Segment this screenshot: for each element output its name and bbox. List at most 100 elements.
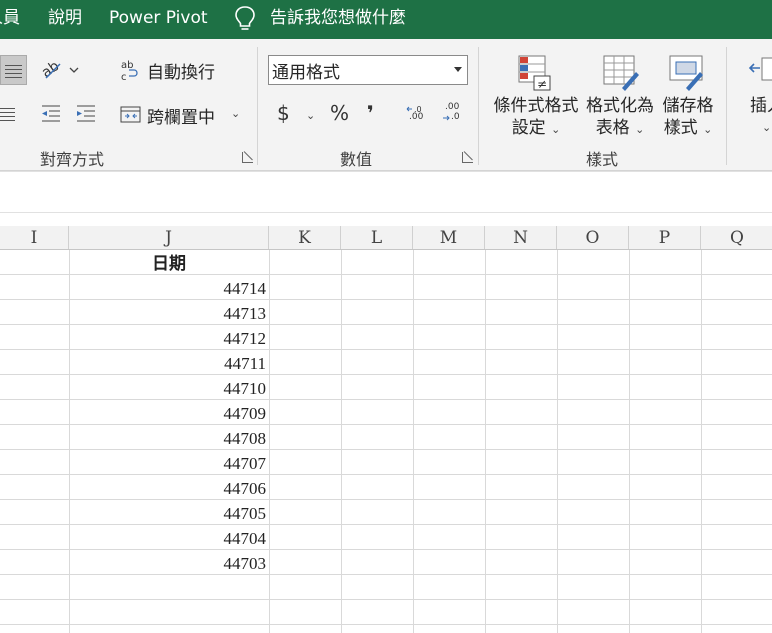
grid-column-line (629, 250, 630, 633)
decrease-decimal-button[interactable]: .00 .0 (441, 102, 465, 126)
format-as-table-label-1: 格式化為 (586, 96, 654, 116)
decrease-decimal-label: .0 (451, 112, 460, 122)
menu-tab-help[interactable]: 說明 (48, 0, 82, 39)
grid-row-line (0, 599, 772, 600)
percent-style-button[interactable]: % (330, 101, 349, 125)
cell-j-value[interactable]: 44713 (69, 300, 267, 325)
worksheet-grid[interactable]: 日期 44714 44713 44712 44711 44710 44709 44708 44… (0, 250, 772, 633)
number-group-label: 數值 (340, 150, 373, 169)
cell-j-value[interactable]: 44714 (69, 275, 267, 300)
dropdown-arrow-icon (454, 67, 462, 72)
svg-text:c: c (121, 72, 127, 82)
cell-j-value[interactable]: 44703 (69, 550, 267, 575)
group-separator (257, 47, 258, 165)
grid-column-line (341, 250, 342, 633)
cell-styles-icon (669, 55, 703, 91)
column-header-j[interactable]: J (69, 226, 269, 249)
increase-indent-icon (77, 105, 95, 122)
merge-center-button[interactable]: 跨欄置中 ⌄ (120, 103, 245, 128)
cell-j-header[interactable]: 日期 (69, 250, 269, 275)
formula-bar[interactable] (0, 171, 772, 213)
menu-tab-partial[interactable]: 人員 (0, 0, 20, 39)
wrap-text-button[interactable]: ab c 自動換行 (120, 58, 220, 83)
alignment-dialog-launcher-icon[interactable] (242, 152, 253, 163)
grid-column-line (485, 250, 486, 633)
cell-j-value[interactable]: 44705 (69, 500, 267, 525)
decrease-indent-icon (42, 105, 60, 122)
cell-styles-label-1: 儲存格 (662, 96, 714, 116)
decrease-decimal-label-top: .00 (445, 102, 460, 112)
format-as-table-icon (603, 55, 639, 91)
number-format-value: 通用格式 (272, 63, 340, 83)
comma-style-button[interactable]: ❜ (367, 101, 374, 125)
increase-decimal-label: .00 (409, 112, 424, 122)
group-separator (478, 47, 479, 165)
column-header-l[interactable]: L (341, 226, 413, 249)
svg-text:ab: ab (121, 60, 133, 71)
column-header-row: I J K L M N O P Q (0, 226, 772, 250)
insert-cells-label: 插入 (750, 96, 772, 116)
cell-styles-label-2-text: 樣式 (663, 118, 698, 138)
svg-text:≠: ≠ (537, 77, 547, 91)
currency-format-button[interactable]: $ (277, 101, 290, 125)
tell-me-search[interactable]: 告訴我您想做什麼 (270, 0, 406, 39)
conditional-formatting-button[interactable]: ≠ 條件式格式 設定 ⌄ (492, 51, 580, 141)
decrease-indent-button[interactable] (40, 103, 62, 125)
format-as-table-label-2-text: 表格 (595, 118, 630, 138)
insert-cells-icon (748, 57, 772, 81)
grid-column-line (269, 250, 270, 633)
number-dialog-launcher-icon[interactable] (462, 152, 473, 163)
column-header-m[interactable]: M (413, 226, 485, 249)
svg-text:ab: ab (40, 58, 62, 81)
grid-row-line (0, 624, 772, 625)
column-header-o[interactable]: O (557, 226, 629, 249)
cell-j-value[interactable]: 44710 (69, 375, 267, 400)
cell-j-value[interactable]: 44709 (69, 400, 267, 425)
merge-center-label: 跨欄置中 (147, 108, 215, 128)
menu-tab-powerpivot[interactable]: Power Pivot (109, 0, 208, 39)
conditional-formatting-label-2: 設定 ⌄ (508, 117, 564, 141)
cell-j-value[interactable]: 44708 (69, 425, 267, 450)
column-header-i[interactable]: I (0, 226, 69, 249)
column-header-n[interactable]: N (485, 226, 557, 249)
column-header-p[interactable]: P (629, 226, 701, 249)
chevron-down-icon: ⌄ (635, 123, 645, 136)
increase-indent-button[interactable] (75, 103, 97, 125)
lightbulb-icon[interactable] (234, 0, 260, 39)
chevron-down-icon: ⌄ (231, 107, 241, 120)
cell-j-value[interactable]: 44712 (69, 325, 267, 350)
grid-column-line (557, 250, 558, 633)
cell-j-value[interactable]: 44704 (69, 525, 267, 550)
wrap-text-icon: ab c (121, 60, 138, 82)
wrap-text-label: 自動換行 (147, 63, 215, 83)
format-as-table-button[interactable]: 格式化為 表格 ⌄ (584, 51, 656, 141)
ribbon: ab ab c 自動換行 跨欄置中 ⌄ 對齊方式 通用格式 $ ⌄ % ❜ .0… (0, 39, 772, 171)
chevron-down-icon[interactable]: ⌄ (306, 109, 315, 122)
menu-bar: 人員 說明 Power Pivot 告訴我您想做什麼 (0, 0, 772, 39)
conditional-formatting-label-2-text: 設定 (511, 118, 546, 138)
cell-j-value[interactable]: 44707 (69, 450, 267, 475)
alignment-group-label: 對齊方式 (40, 150, 105, 169)
cell-styles-label-2: 樣式 ⌄ (660, 117, 716, 141)
grid-column-line (701, 250, 702, 633)
grid-column-line (413, 250, 414, 633)
column-header-q[interactable]: Q (701, 226, 772, 249)
merge-center-icon (120, 106, 141, 123)
indent-left-partial[interactable] (0, 105, 18, 125)
cell-j-value[interactable]: 44711 (69, 350, 266, 375)
orientation-button[interactable]: ab (39, 58, 82, 82)
chevron-down-icon: ⌄ (551, 123, 561, 136)
number-format-select[interactable]: 通用格式 (268, 55, 468, 85)
group-separator (726, 47, 727, 165)
insert-cells-button[interactable]: 插入 ⌄ (744, 51, 772, 141)
conditional-formatting-icon: ≠ (518, 55, 551, 91)
text-orientation-icon: ab (39, 58, 79, 81)
increase-decimal-button[interactable]: .0 .00 (405, 102, 429, 126)
cell-j-value[interactable]: 44706 (69, 475, 267, 500)
styles-group-label: 樣式 (586, 150, 619, 169)
align-left-button[interactable] (0, 55, 27, 85)
chevron-down-icon: ⌄ (762, 121, 772, 134)
cell-styles-button[interactable]: 儲存格 樣式 ⌄ (660, 51, 716, 141)
column-header-k[interactable]: K (269, 226, 341, 249)
chevron-down-icon: ⌄ (703, 123, 713, 136)
